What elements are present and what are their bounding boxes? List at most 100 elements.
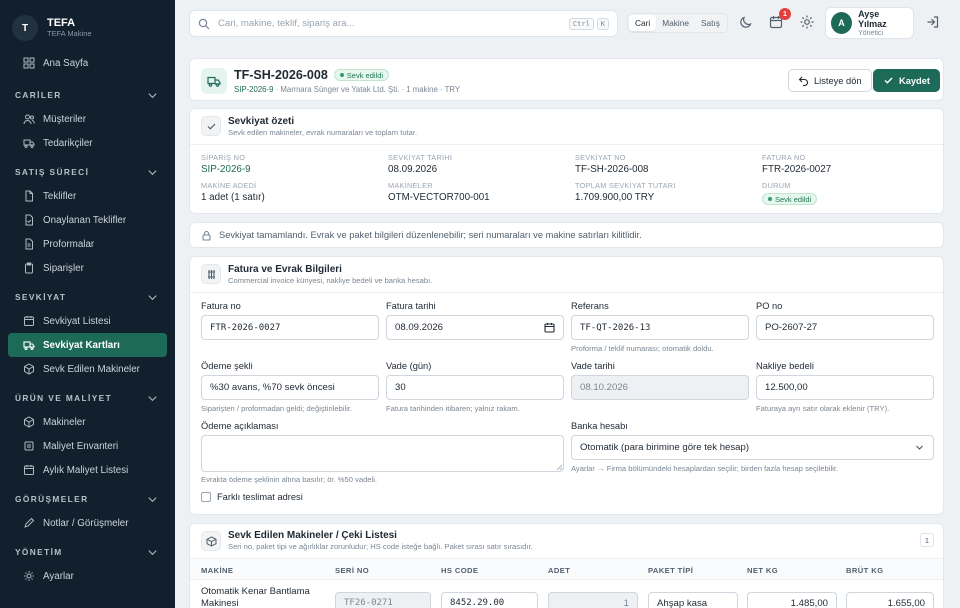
sidebar-item-suppliers[interactable]: Tedarikçiler [8, 131, 167, 155]
global-search[interactable]: Cari, makine, teklif, sipariş ara... Ctr… [189, 10, 618, 37]
status-text: Sevk edildi [346, 70, 384, 80]
section-sales[interactable]: SATIŞ SÜRECİ [0, 160, 175, 184]
check-icon [201, 116, 221, 136]
po-no-input[interactable]: PO-2607-27 [756, 315, 934, 340]
user-menu[interactable]: A Ayşe Yılmaz Yönetici [825, 7, 914, 39]
section-cariler[interactable]: CARİLER [0, 83, 175, 107]
package-icon [24, 363, 34, 375]
invoice-title: Fatura ve Evrak Bilgileri [228, 264, 342, 275]
gear-icon[interactable] [799, 14, 815, 30]
summary-machines: OTM-VECTOR700-001 [388, 192, 490, 203]
bank-select[interactable]: Otomatik (para birimine göre tek hesap) [571, 435, 934, 460]
due-date-input: 08.10.2026 [571, 375, 749, 400]
section-product-cost[interactable]: ÜRÜN VE MALİYET [0, 386, 175, 410]
row-hs-code-input[interactable]: 8452.29.00 [441, 592, 538, 608]
sidebar-item-approved-quotes[interactable]: Onaylanan Teklifler [8, 208, 167, 232]
col-serial: SERİ NO [335, 566, 370, 575]
brand-title: TEFA [47, 17, 76, 29]
summary-status-badge: Sevk edildi [762, 193, 818, 205]
sidebar-item-settings[interactable]: Ayarlar [8, 564, 167, 588]
dashboard-icon [23, 57, 35, 69]
col-machine: MAKİNE [201, 566, 234, 575]
row-package-select[interactable]: Ahşap kasa [648, 592, 738, 608]
chevron-down-icon [148, 294, 157, 300]
freight-hint: Faturaya ayrı satır olarak eklenir (TRY)… [756, 404, 890, 413]
sidebar-item-monthly-cost[interactable]: Aylık Maliyet Listesi [8, 458, 167, 482]
invoice-no-label: Fatura no [201, 301, 241, 311]
user-name: Ayşe Yılmaz [858, 8, 887, 29]
payment-note-textarea[interactable] [201, 435, 564, 472]
back-label: Listeye dön [814, 75, 862, 86]
section-meetings[interactable]: GÖRÜŞMELER [0, 487, 175, 511]
page-title: TF-SH-2026-008 [234, 68, 328, 82]
sidebar-item-label: Onaylanan Teklifler [43, 214, 127, 226]
scope-customer[interactable]: Cari [629, 15, 657, 31]
sidebar-item-shipped-machines[interactable]: Sevk Edilen Makineler [8, 357, 167, 381]
scope-machine[interactable]: Makine [656, 15, 695, 31]
bank-label: Banka hesabı [571, 421, 628, 431]
diff-address-toggle[interactable]: Farklı teslimat adresi [201, 492, 303, 502]
chevron-down-icon [148, 496, 157, 502]
check-icon [884, 77, 893, 84]
calendar-icon[interactable] [544, 322, 555, 333]
reference-input[interactable]: TF-QT-2026-13 [571, 315, 749, 340]
search-icon [198, 18, 210, 29]
diff-address-checkbox[interactable] [201, 492, 211, 502]
row-net-kg-input[interactable]: 1.485,00 [747, 592, 837, 608]
sidebar-item-notes[interactable]: Notlar / Görüşmeler [8, 511, 167, 535]
invoice-date-input[interactable]: 08.09.2026 [386, 315, 564, 340]
avatar: A [831, 12, 853, 34]
brand[interactable]: T TEFA TEFA Makine [0, 0, 175, 46]
invoice-no-input[interactable]: FTR-2026-0027 [201, 315, 379, 340]
invoice-card: Fatura ve Evrak Bilgileri Commercial inv… [189, 256, 944, 515]
order-link[interactable]: SIP-2026-9 [234, 85, 273, 94]
reference-hint: Proforma / teklif numarası; otomatik dol… [571, 344, 714, 353]
sidebar-item-label: Müşteriler [43, 113, 87, 125]
sidebar-item-shipment-cards[interactable]: Sevkiyat Kartları [8, 333, 167, 357]
freight-input[interactable]: 12.500,00 [756, 375, 934, 400]
sidebar-item-label: Aylık Maliyet Listesi [43, 464, 129, 476]
due-date-label: Vade tarihi [571, 361, 615, 371]
sidebar-item-customers[interactable]: Müşteriler [8, 107, 167, 131]
payment-note-hint: Evrakta ödeme şeklinin altına basılır; ö… [201, 475, 378, 484]
moon-icon[interactable] [738, 14, 754, 30]
row-gross-kg-input[interactable]: 1.655,00 [846, 592, 934, 608]
search-input[interactable]: Cari, makine, teklif, sipariş ara... [218, 18, 558, 29]
sidebar-item-shipment-list[interactable]: Sevkiyat Listesi [8, 309, 167, 333]
col-net-kg: NET KG [747, 566, 779, 575]
sidebar-item-machines[interactable]: Makineler [8, 410, 167, 434]
kbd-k: K [596, 18, 609, 30]
summary-label: SEVKİYAT TARİHİ [388, 153, 453, 162]
back-to-list-button[interactable]: Listeye dön [788, 69, 872, 92]
term-input[interactable]: 30 [386, 375, 564, 400]
scope-sales[interactable]: Satış [695, 15, 726, 31]
payment-method-input[interactable]: %30 avans, %70 sevk öncesi [201, 375, 379, 400]
users-icon [23, 114, 35, 125]
machines-subtitle: Seri no, paket tipi ve ağırlıklar zorunl… [228, 542, 533, 551]
sidebar-item-proformas[interactable]: Proformalar [8, 232, 167, 256]
sidebar-item-orders[interactable]: Siparişler [8, 256, 167, 280]
sidebar-item-label: Notlar / Görüşmeler [43, 517, 129, 529]
section-admin[interactable]: YÖNETİM [0, 540, 175, 564]
file-icon [25, 190, 33, 202]
search-scope: Cari Makine Satış [627, 13, 728, 33]
save-button[interactable]: Kaydet [873, 69, 941, 92]
chevron-down-icon [148, 169, 157, 175]
sidebar-item-quotes[interactable]: Teklifler [8, 184, 167, 208]
header-meta-text: · Marmara Sünger ve Yatak Ltd. Şti. · 1 … [275, 85, 461, 94]
summary-order-no[interactable]: SIP-2026-9 [201, 164, 251, 175]
section-shipment[interactable]: SEVKİYAT [0, 285, 175, 309]
brand-logo: T [12, 15, 38, 41]
file-text-icon [25, 238, 33, 250]
resize-handle-icon[interactable] [556, 464, 562, 470]
chevron-down-icon [148, 92, 157, 98]
search-shortcut: Ctrl K [566, 18, 609, 30]
file-check-icon [25, 214, 33, 226]
sidebar-item-home[interactable]: Ana Sayfa [8, 51, 167, 75]
logout-icon[interactable] [925, 14, 941, 30]
sidebar-item-label: Sevkiyat Listesi [43, 315, 111, 327]
section-title: CARİLER [15, 90, 62, 100]
sidebar-item-cost-inventory[interactable]: Maliyet Envanteri [8, 434, 167, 458]
notification-badge: 1 [779, 8, 791, 20]
summary-label: MAKİNELER [388, 181, 433, 190]
